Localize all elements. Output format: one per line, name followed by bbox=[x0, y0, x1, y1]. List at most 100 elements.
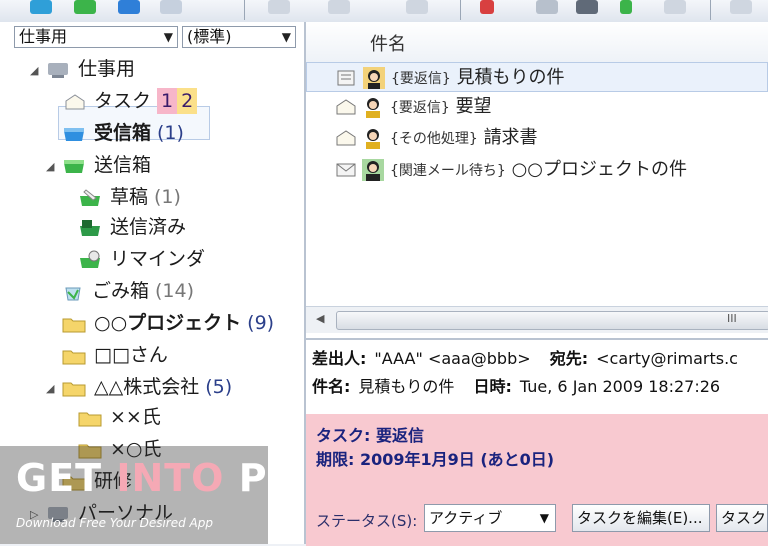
from-value[interactable]: "AAA" <aaa@bbb> bbox=[374, 349, 530, 368]
toolbar-view-icon[interactable] bbox=[664, 0, 686, 14]
status-value: アクティブ bbox=[429, 509, 503, 527]
due-value: 2009年1月9日 (あと0日) bbox=[359, 450, 555, 469]
task-badge-pink: 1 bbox=[157, 88, 178, 114]
horizontal-scrollbar[interactable]: ◀ III bbox=[306, 306, 768, 333]
chevron-down-icon: ▼ bbox=[163, 30, 173, 44]
toolbar bbox=[0, 0, 768, 23]
folder-company[interactable]: △△株式会社 (5) bbox=[62, 372, 232, 402]
task-envelope-icon bbox=[65, 93, 85, 109]
message-subject: {要返信} 要望 bbox=[390, 92, 492, 123]
chevron-down-icon: ▼ bbox=[539, 511, 549, 525]
folder-sent[interactable]: 送信済み bbox=[78, 212, 186, 242]
to-value[interactable]: <carty@rimarts.c bbox=[596, 349, 738, 368]
inbox-icon bbox=[64, 127, 84, 141]
folder-reminder[interactable]: リマインダ bbox=[78, 244, 205, 274]
toolbar-find-icon[interactable] bbox=[576, 0, 598, 14]
toolbar-delete-icon[interactable] bbox=[480, 0, 494, 14]
toolbar-compose-icon[interactable] bbox=[118, 0, 140, 14]
folder-icon bbox=[62, 382, 86, 396]
chevron-down-icon: ▼ bbox=[281, 30, 291, 44]
account-combo[interactable]: 仕事用 ▼ bbox=[14, 26, 178, 48]
folder-label: ○○プロジェクト bbox=[94, 312, 242, 334]
envelope-open-icon bbox=[336, 130, 356, 146]
expand-icon[interactable]: ◢ bbox=[30, 64, 38, 77]
message-tag: {要返信} bbox=[391, 71, 451, 87]
task-panel: タスク: 要返信 期限: 2009年1月9日 (あと0日) ステータス(S): … bbox=[306, 414, 768, 546]
message-tag: {その他処理} bbox=[390, 131, 478, 147]
task-button[interactable]: タスクを bbox=[716, 504, 768, 532]
toolbar-forward-icon[interactable] bbox=[268, 0, 290, 14]
status-label: ステータス(S): bbox=[316, 512, 418, 530]
expand-icon[interactable]: ◢ bbox=[46, 382, 54, 395]
message-area: 件名 {要返信} 見積もりの件 {要返信} 要望 {その他処理} 請求書 {関連… bbox=[306, 22, 768, 546]
toolbar-help-icon[interactable] bbox=[730, 0, 752, 14]
message-subject: {要返信} 見積もりの件 bbox=[391, 63, 565, 94]
date-value: Tue, 6 Jan 2009 18:27:26 bbox=[519, 377, 721, 396]
folder-san[interactable]: □□さん bbox=[62, 340, 168, 370]
scrollbar-grip: III bbox=[727, 312, 737, 325]
status-select[interactable]: アクティブ ▼ bbox=[424, 504, 556, 532]
view-combo-value: (標準) bbox=[187, 27, 232, 46]
toolbar-reply-icon[interactable] bbox=[160, 0, 182, 14]
folder-inbox[interactable]: 受信箱 (1) bbox=[62, 118, 184, 148]
watermark-into: INTO bbox=[116, 456, 225, 500]
scroll-left-icon[interactable]: ◀ bbox=[316, 312, 324, 325]
avatar-icon bbox=[366, 98, 380, 118]
toolbar-next-icon[interactable] bbox=[620, 0, 632, 14]
folder-label: 送信済み bbox=[110, 216, 187, 238]
message-subject-text: 見積もりの件 bbox=[456, 67, 565, 88]
view-combo[interactable]: (標準) ▼ bbox=[182, 26, 296, 48]
folder-drafts[interactable]: 草稿 (1) bbox=[78, 182, 181, 212]
watermark-get: GET bbox=[16, 456, 117, 500]
preview-from-row: 差出人: "AAA" <aaa@bbb> 宛先: <carty@rimarts.c bbox=[312, 344, 738, 374]
toolbar-separator bbox=[710, 0, 711, 20]
watermark-pc: PC bbox=[224, 456, 297, 500]
message-row[interactable]: {その他処理} 請求書 bbox=[306, 123, 768, 153]
task-value: 要返信 bbox=[375, 426, 424, 445]
watermark-logo: GET INTO PC bbox=[16, 456, 296, 500]
toolbar-flag-icon[interactable] bbox=[328, 0, 350, 14]
folder-xx-shi[interactable]: ××氏 bbox=[78, 402, 161, 432]
folder-label: リマインダ bbox=[110, 248, 206, 270]
message-row[interactable]: {要返信} 要望 bbox=[306, 92, 768, 122]
task-due-line: 期限: 2009年1月9日 (あと0日) bbox=[316, 446, 554, 470]
folder-label: ごみ箱 bbox=[92, 280, 150, 302]
folder-project[interactable]: ○○プロジェクト (9) bbox=[62, 308, 274, 338]
outbox-icon bbox=[64, 159, 84, 173]
avatar-icon bbox=[366, 129, 380, 149]
message-row[interactable]: {関連メール待ち} ○○プロジェクトの件 bbox=[306, 155, 768, 185]
toolbar-receive-icon[interactable] bbox=[30, 0, 52, 14]
scrollbar-thumb[interactable]: III bbox=[336, 311, 768, 330]
toolbar-separator bbox=[244, 0, 245, 20]
task-label: タスク: bbox=[316, 426, 371, 445]
folder-trash[interactable]: ごみ箱 (14) bbox=[62, 276, 194, 306]
folder-account[interactable]: 仕事用 bbox=[46, 54, 135, 84]
note-icon bbox=[337, 70, 355, 86]
drafts-icon bbox=[80, 188, 100, 206]
task-badge-yellow: 2 bbox=[177, 88, 198, 114]
message-row[interactable]: {要返信} 見積もりの件 bbox=[306, 62, 768, 92]
toolbar-filter-icon[interactable] bbox=[406, 0, 428, 14]
message-subject-text: 要望 bbox=[455, 96, 492, 117]
from-label: 差出人: bbox=[312, 349, 367, 368]
toolbar-print-icon[interactable] bbox=[536, 0, 558, 14]
folder-label: 受信箱 bbox=[94, 122, 152, 144]
folder-count: (14) bbox=[155, 280, 195, 302]
account-icon bbox=[48, 62, 68, 78]
reminder-icon bbox=[80, 250, 100, 268]
expand-icon[interactable]: ◢ bbox=[46, 160, 54, 173]
folder-count: (5) bbox=[205, 376, 233, 398]
subject-column-header[interactable]: 件名 bbox=[306, 22, 768, 63]
folder-label: タスク bbox=[94, 90, 152, 112]
watermark: GET INTO PC Download Free Your Desired A… bbox=[0, 446, 295, 544]
folder-label: 送信箱 bbox=[94, 154, 152, 176]
message-subject: {その他処理} 請求書 bbox=[390, 123, 538, 154]
edit-task-button[interactable]: タスクを編集(E)... bbox=[572, 504, 710, 532]
toolbar-separator bbox=[460, 0, 461, 20]
avatar-icon bbox=[362, 159, 384, 181]
message-subject: {関連メール待ち} ○○プロジェクトの件 bbox=[390, 155, 687, 186]
toolbar-send-icon[interactable] bbox=[74, 0, 96, 14]
to-label: 宛先: bbox=[549, 349, 589, 368]
folder-task[interactable]: タスク 1 2 bbox=[64, 86, 198, 116]
folder-outbox[interactable]: 送信箱 bbox=[62, 150, 151, 180]
